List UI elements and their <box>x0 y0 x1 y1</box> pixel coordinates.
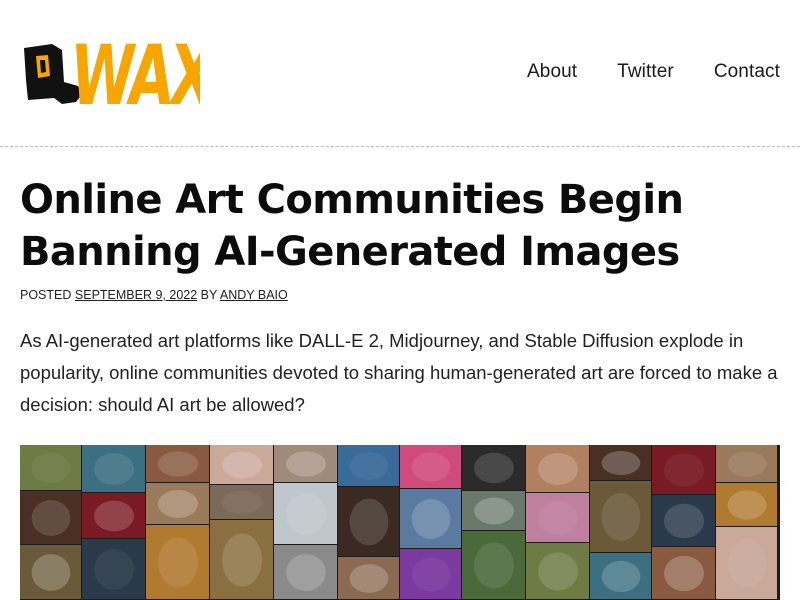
collage-tile-portrait-man-suit <box>210 485 273 519</box>
site-header: WAXY About Twitter Contact <box>0 0 800 146</box>
posted-label: Posted <box>20 288 72 302</box>
author-link[interactable]: Andy Baio <box>220 288 288 302</box>
collage-tile-neon-city <box>82 539 145 599</box>
collage-tile-woman-portrait <box>526 445 589 492</box>
nav-twitter-link[interactable]: Twitter <box>617 61 674 83</box>
collage-tile-ocean-ship <box>590 553 651 599</box>
by-label: by <box>200 288 218 302</box>
collage-tile-village-scene <box>210 520 273 599</box>
article-title-line-2: Banning AI-Generated Images <box>20 229 680 275</box>
collage-tile-portrait-woman <box>146 483 209 524</box>
collage-tile-dark-figure <box>20 491 81 544</box>
collage-tile-armored-warrior <box>274 545 337 599</box>
collage-tile-dark-figure <box>590 445 651 480</box>
collage-tile-tree-landscape <box>20 445 81 490</box>
collage-tile-red-cloak-figure <box>652 445 715 494</box>
collage-tile-pale-figure <box>210 445 273 484</box>
collage-tile-glowing-face <box>338 445 399 486</box>
collage-tile-crowd-figures <box>274 445 337 482</box>
collage-tile-moody-landscape <box>462 491 525 530</box>
collage-tile-portrait-woman <box>716 445 777 482</box>
collage-tile-pale-figure <box>716 527 777 599</box>
collage-tile-pink-creature <box>526 493 589 542</box>
logo-wordmark: WAXY <box>66 27 200 116</box>
collage-tile-ocean-ship <box>82 445 145 492</box>
collage-graphic <box>20 445 777 599</box>
main-nav: About Twitter Contact <box>527 61 780 83</box>
collage-tile-red-cloak-figure <box>82 493 145 538</box>
collage-tile-hooded-figure <box>462 445 525 490</box>
collage-tile-pink-portrait <box>400 445 461 488</box>
collage-tile-ornate-mask <box>20 545 81 599</box>
waxy-logo-icon: WAXY <box>24 27 200 116</box>
article-title: Online Art Communities Begin Banning AI-… <box>20 174 780 278</box>
nav-contact-link[interactable]: Contact <box>714 61 780 83</box>
collage-tile-golden-statue <box>716 483 777 526</box>
header-divider <box>0 146 800 147</box>
post-date-link[interactable]: September 9, 2022 <box>75 288 197 302</box>
article-title-line-1: Online Art Communities Begin <box>20 177 684 223</box>
ai-art-collage-image <box>20 445 780 600</box>
collage-tile-collage-faces <box>652 547 715 599</box>
site-logo[interactable]: WAXY <box>22 20 200 116</box>
collage-tile-masked-hero <box>338 487 399 556</box>
post-meta: Posted September 9, 2022 by Andy Baio <box>20 288 780 302</box>
collage-tile-green-joker <box>400 549 461 599</box>
collage-tile-golden-statue <box>146 525 209 599</box>
article-lead-paragraph: As AI-generated art platforms like DALL-… <box>20 330 778 415</box>
collage-tile-blue-haired-woman <box>400 489 461 548</box>
collage-tile-collage-faces <box>146 445 209 482</box>
collage-tile-floating-island <box>274 483 337 544</box>
collage-tile-neon-city <box>652 495 715 546</box>
collage-tile-muscular-figure <box>338 557 399 599</box>
collage-tile-ufo-beam <box>462 531 525 599</box>
nav-about-link[interactable]: About <box>527 61 577 83</box>
collage-tile-ornate-mask <box>590 481 651 552</box>
article: Online Art Communities Begin Banning AI-… <box>20 174 780 421</box>
collage-tile-tree-landscape <box>526 543 589 599</box>
